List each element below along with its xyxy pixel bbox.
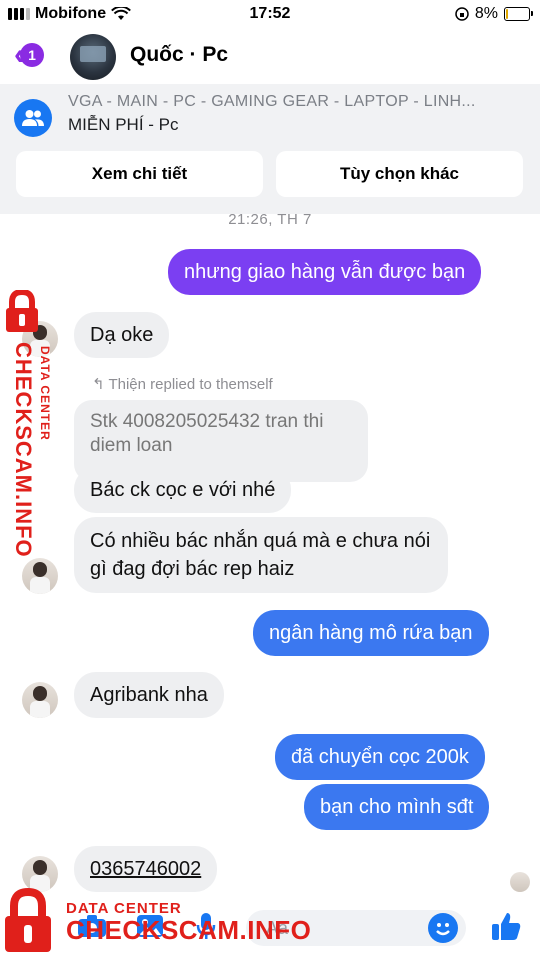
thumbs-up-icon[interactable]	[490, 910, 522, 942]
message-bubble-outgoing[interactable]: nhưng giao hàng vẫn được bạn	[168, 249, 482, 295]
message-bubble-incoming[interactable]: Agribank nha	[74, 672, 224, 718]
back-button[interactable]: ‹ 1	[14, 40, 44, 70]
battery-icon	[504, 7, 533, 21]
phone-number-link[interactable]: 0365746002	[74, 846, 218, 892]
watermark-bottom: DATA CENTER CHECKSCAM.INFO	[66, 900, 311, 946]
reply-note-text: Thiện replied to themself	[108, 376, 273, 393]
message-bubble-outgoing[interactable]: ngân hàng mô rứa bạn	[253, 610, 489, 656]
chat-timestamp: 21:26, TH 7	[228, 211, 312, 228]
group-info-panel: VGA - MAIN - PC - GAMING GEAR - LAPTOP -…	[0, 84, 540, 214]
sender-avatar[interactable]	[22, 856, 58, 892]
message-bubble-incoming[interactable]: Có nhiều bác nhắn quá mà e chưa nói gì đ…	[74, 517, 448, 593]
status-right: 8%	[455, 5, 533, 23]
reply-icon: ↰	[92, 376, 109, 393]
watermark-label-text: DATA CENTER	[38, 346, 52, 441]
conversation-header: ‹ 1 Quốc · Pc	[0, 30, 540, 84]
group-name: VGA - MAIN - PC - GAMING GEAR - LAPTOP -…	[68, 93, 476, 110]
watermark-site-text: CHECKSCAM.INFO	[66, 915, 312, 945]
watermark-lock-icon	[2, 887, 54, 959]
watermark-site-text: CHECKSCAM.INFO	[11, 342, 36, 558]
watermark-vertical: CHECKSCAM.INFO DATA CENTER	[8, 340, 52, 560]
orientation-lock-icon	[455, 7, 469, 21]
view-details-button[interactable]: Xem chi tiết	[16, 151, 263, 197]
group-icon	[14, 99, 52, 137]
sender-avatar[interactable]	[22, 558, 58, 594]
seen-receipt-avatar	[510, 872, 530, 892]
status-bar: Mobifone 17:52 8%	[0, 0, 540, 30]
conversation-title[interactable]: Quốc · Pc	[130, 43, 228, 67]
more-options-button[interactable]: Tùy chọn khác	[276, 151, 523, 197]
message-bubble-outgoing[interactable]: bạn cho mình sđt	[304, 784, 490, 830]
battery-percent: 8%	[474, 5, 498, 22]
sender-avatar[interactable]	[22, 682, 58, 718]
watermark-lock-icon	[4, 288, 40, 339]
group-subtitle: MIỄN PHÍ - Pc	[68, 115, 179, 134]
contact-avatar[interactable]	[70, 34, 116, 80]
reply-note: ↰ Thiện replied to themself	[92, 375, 273, 393]
emoji-icon[interactable]	[428, 913, 458, 943]
unread-badge: 1	[20, 43, 44, 67]
message-bubble-outgoing[interactable]: đã chuyển cọc 200k	[275, 734, 485, 780]
message-bubble-incoming[interactable]: Bác ck cọc e với nhé	[74, 467, 292, 513]
message-bubble-incoming[interactable]: Dạ oke	[74, 312, 170, 358]
